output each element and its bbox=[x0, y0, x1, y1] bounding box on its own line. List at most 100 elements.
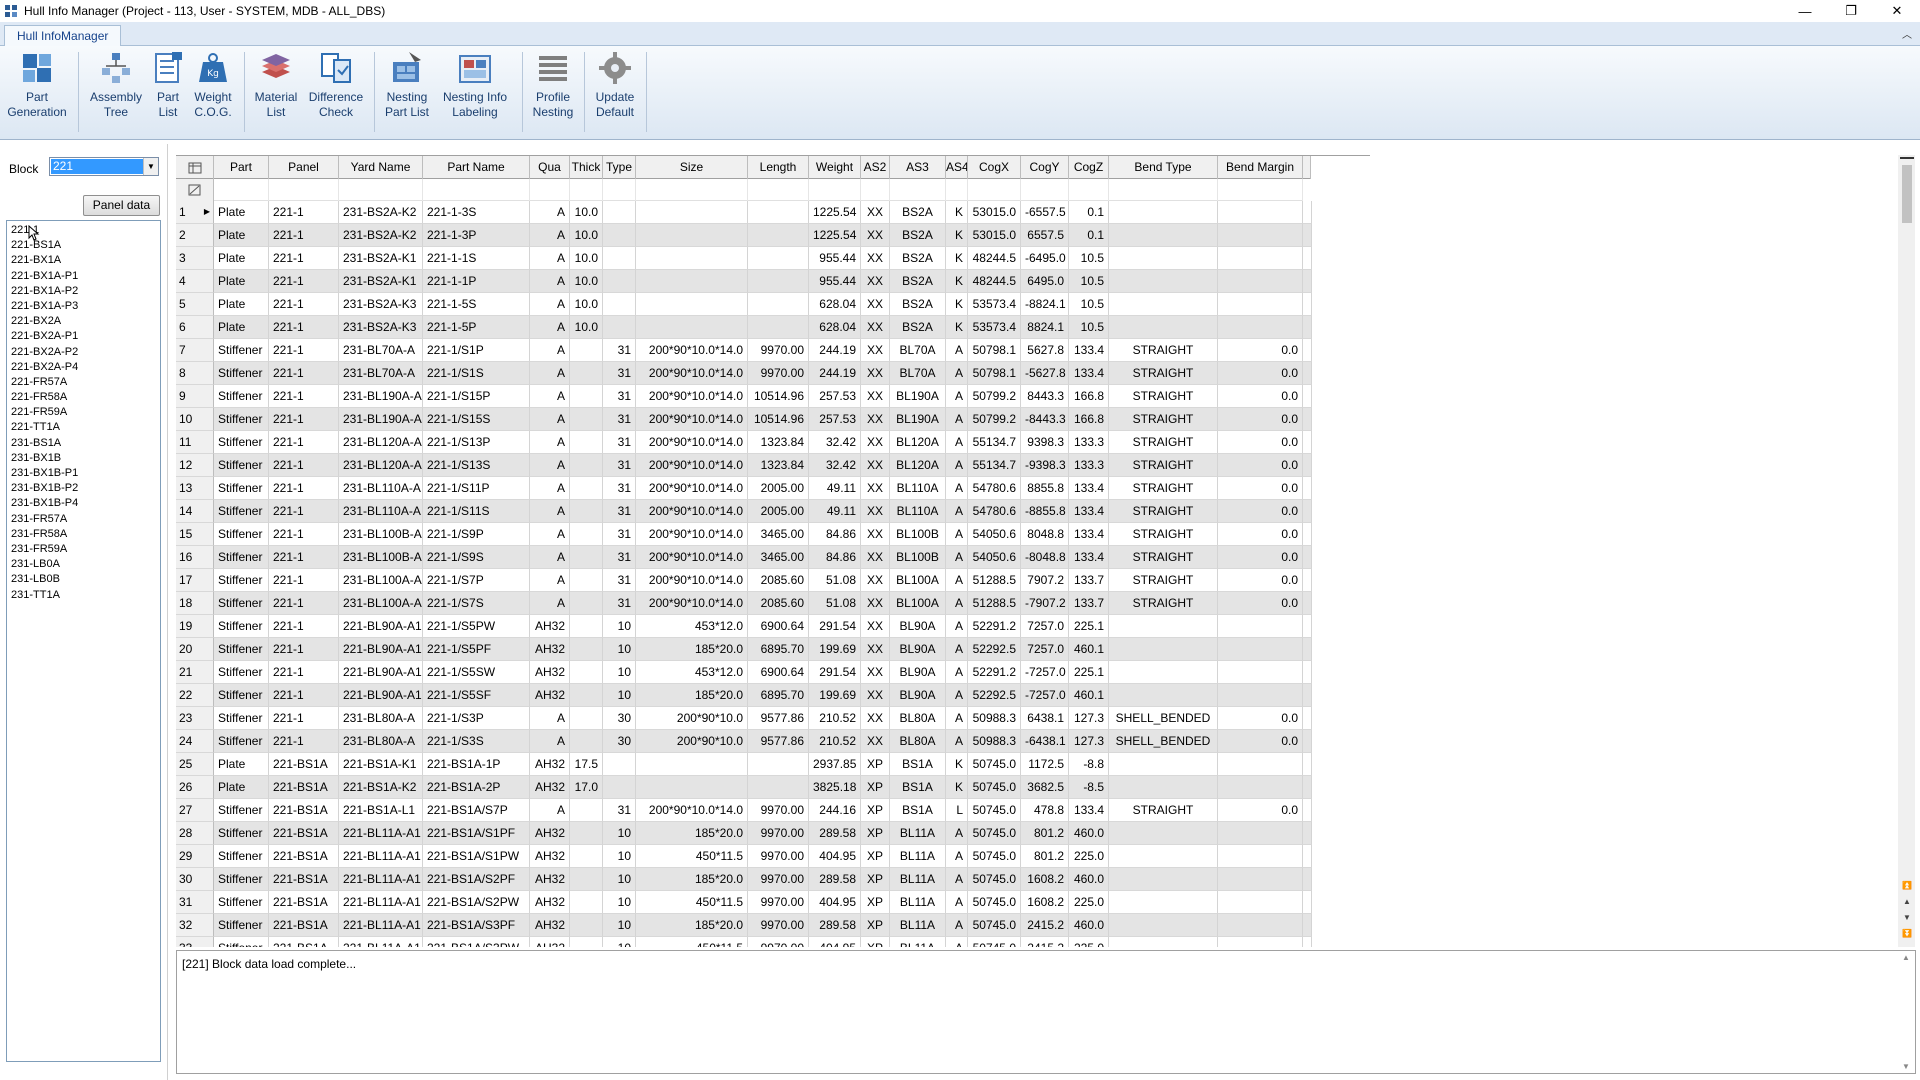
grid-cell[interactable]: 30 bbox=[603, 707, 636, 730]
grid-cell[interactable]: 628.04 bbox=[809, 316, 861, 339]
grid-cell[interactable]: A bbox=[530, 500, 570, 523]
grid-cell[interactable]: K bbox=[946, 224, 968, 247]
grid-cell[interactable]: BL80A bbox=[890, 707, 946, 730]
grid-cell[interactable]: Stiffener bbox=[214, 684, 269, 707]
grid-cell[interactable]: 31 bbox=[603, 477, 636, 500]
grid-cell[interactable] bbox=[1218, 845, 1303, 868]
grid-cell[interactable]: 8855.8 bbox=[1021, 477, 1069, 500]
grid-cell[interactable]: 133.3 bbox=[1069, 454, 1109, 477]
scroll-down-icon[interactable]: ▼ bbox=[1900, 911, 1914, 925]
row-header[interactable]: 15 bbox=[176, 523, 214, 546]
row-header[interactable]: 7 bbox=[176, 339, 214, 362]
block-list-item[interactable]: 231-TT1A bbox=[9, 588, 158, 603]
grid-cell[interactable]: 1608.2 bbox=[1021, 891, 1069, 914]
grid-cell[interactable]: Plate bbox=[214, 247, 269, 270]
grid-cell[interactable]: BS1A bbox=[890, 776, 946, 799]
grid-cell[interactable]: STRAIGHT bbox=[1109, 569, 1218, 592]
grid-cell[interactable] bbox=[1109, 891, 1218, 914]
grid-cell[interactable]: 200*90*10.0*14.0 bbox=[636, 385, 748, 408]
grid-cell[interactable]: SHELL_BENDED bbox=[1109, 730, 1218, 753]
grid-cell[interactable]: 52291.2 bbox=[968, 615, 1021, 638]
column-header[interactable]: Bend Margin bbox=[1218, 156, 1303, 179]
grid-cell[interactable] bbox=[570, 845, 603, 868]
grid-cell[interactable]: XX bbox=[861, 638, 890, 661]
grid-cell[interactable]: 221-BS1A bbox=[269, 868, 339, 891]
grid-cell[interactable]: 50745.0 bbox=[968, 776, 1021, 799]
grid-cell[interactable]: 221-1 bbox=[269, 477, 339, 500]
grid-cell[interactable]: 1323.84 bbox=[748, 431, 809, 454]
grid-cell[interactable]: 221-1/S5PW bbox=[423, 615, 530, 638]
grid-cell[interactable]: K bbox=[946, 753, 968, 776]
grid-cell[interactable]: STRAIGHT bbox=[1109, 546, 1218, 569]
grid-cell[interactable]: 54780.6 bbox=[968, 477, 1021, 500]
grid-cell[interactable]: 244.16 bbox=[809, 799, 861, 822]
grid-cell[interactable]: 2415.2 bbox=[1021, 937, 1069, 947]
row-header[interactable]: 33 bbox=[176, 937, 214, 947]
grid-cell[interactable]: 5627.8 bbox=[1021, 339, 1069, 362]
grid-cell[interactable] bbox=[1109, 224, 1218, 247]
grid-cell[interactable] bbox=[636, 270, 748, 293]
grid-cell[interactable]: 200*90*10.0*14.0 bbox=[636, 339, 748, 362]
grid-cell[interactable]: 221-BS1A bbox=[269, 914, 339, 937]
grid-cell[interactable]: 221-1 bbox=[269, 546, 339, 569]
grid-cell[interactable]: 244.19 bbox=[809, 339, 861, 362]
grid-cell[interactable] bbox=[1218, 201, 1303, 224]
block-combo-value[interactable]: 221 bbox=[51, 159, 143, 174]
grid-cell[interactable]: Stiffener bbox=[214, 431, 269, 454]
table-row[interactable]: 32 Stiffener 221-BS1A 221-BL11A-A1 221-BS1A/… bbox=[176, 914, 1312, 937]
grid-cell[interactable]: 10.0 bbox=[570, 247, 603, 270]
grid-cell[interactable]: XX bbox=[861, 385, 890, 408]
grid-cell[interactable]: 0.0 bbox=[1218, 385, 1303, 408]
table-row[interactable]: 10 Stiffener 221-1 231-BL190A-A 221-1/S15S A 3… bbox=[176, 408, 1312, 431]
grid-cell[interactable]: 84.86 bbox=[809, 523, 861, 546]
grid-cell[interactable] bbox=[1109, 753, 1218, 776]
grid-cell[interactable]: 0.0 bbox=[1218, 730, 1303, 753]
grid-cell[interactable]: -7907.2 bbox=[1021, 592, 1069, 615]
grid-cell[interactable]: 221-1-3P bbox=[423, 224, 530, 247]
grid-cell[interactable]: A bbox=[946, 845, 968, 868]
profile-nesting-button[interactable]: Profile Nesting bbox=[526, 48, 580, 134]
grid-cell[interactable]: Stiffener bbox=[214, 799, 269, 822]
row-header[interactable]: 14 bbox=[176, 500, 214, 523]
grid-cell[interactable] bbox=[636, 776, 748, 799]
grid-cell[interactable]: 291.54 bbox=[809, 661, 861, 684]
filter-cell[interactable] bbox=[214, 179, 269, 201]
grid-cell[interactable]: BL100A bbox=[890, 569, 946, 592]
grid-cell[interactable]: 221-1-3S bbox=[423, 201, 530, 224]
grid-cell[interactable]: BS2A bbox=[890, 201, 946, 224]
grid-cell[interactable]: 1608.2 bbox=[1021, 868, 1069, 891]
column-header[interactable]: Qua bbox=[530, 156, 570, 179]
grid-cell[interactable]: 221-BL90A-A1 bbox=[339, 615, 423, 638]
filter-cell[interactable] bbox=[570, 179, 603, 201]
grid-cell[interactable]: 221-1 bbox=[269, 454, 339, 477]
grid-cell[interactable]: XX bbox=[861, 661, 890, 684]
grid-cell[interactable]: 231-BL80A-A bbox=[339, 730, 423, 753]
grid-cell[interactable]: 6895.70 bbox=[748, 638, 809, 661]
grid-cell[interactable]: 221-1/S11P bbox=[423, 477, 530, 500]
grid-cell[interactable]: 210.52 bbox=[809, 707, 861, 730]
grid-cell[interactable] bbox=[570, 569, 603, 592]
grid-cell[interactable]: XX bbox=[861, 362, 890, 385]
grid-cell[interactable]: 221-1/S1P bbox=[423, 339, 530, 362]
grid-cell[interactable]: 199.69 bbox=[809, 684, 861, 707]
grid-cell[interactable]: BL100A bbox=[890, 592, 946, 615]
grid-cell[interactable]: Stiffener bbox=[214, 546, 269, 569]
grid-cell[interactable]: BL90A bbox=[890, 684, 946, 707]
grid-cell[interactable]: 1323.84 bbox=[748, 454, 809, 477]
ribbon-collapse-icon[interactable]: ︿ bbox=[1902, 26, 1912, 41]
grid-cell[interactable]: 225.1 bbox=[1069, 615, 1109, 638]
grid-cell[interactable] bbox=[1109, 868, 1218, 891]
grid-cell[interactable]: XP bbox=[861, 753, 890, 776]
grid-cell[interactable]: 289.58 bbox=[809, 914, 861, 937]
grid-cell[interactable]: A bbox=[946, 454, 968, 477]
table-row[interactable]: 22 Stiffener 221-1 221-BL90A-A1 221-1/S5SF AH… bbox=[176, 684, 1312, 707]
filter-cell[interactable] bbox=[423, 179, 530, 201]
grid-cell[interactable] bbox=[570, 546, 603, 569]
grid-cell[interactable]: 52292.5 bbox=[968, 638, 1021, 661]
filter-cell[interactable] bbox=[946, 179, 968, 201]
grid-cell[interactable]: 0.0 bbox=[1218, 454, 1303, 477]
grid-cell[interactable]: 185*20.0 bbox=[636, 868, 748, 891]
row-header[interactable]: 31 bbox=[176, 891, 214, 914]
grid-cell[interactable]: 0.0 bbox=[1218, 707, 1303, 730]
grid-cell[interactable] bbox=[748, 753, 809, 776]
